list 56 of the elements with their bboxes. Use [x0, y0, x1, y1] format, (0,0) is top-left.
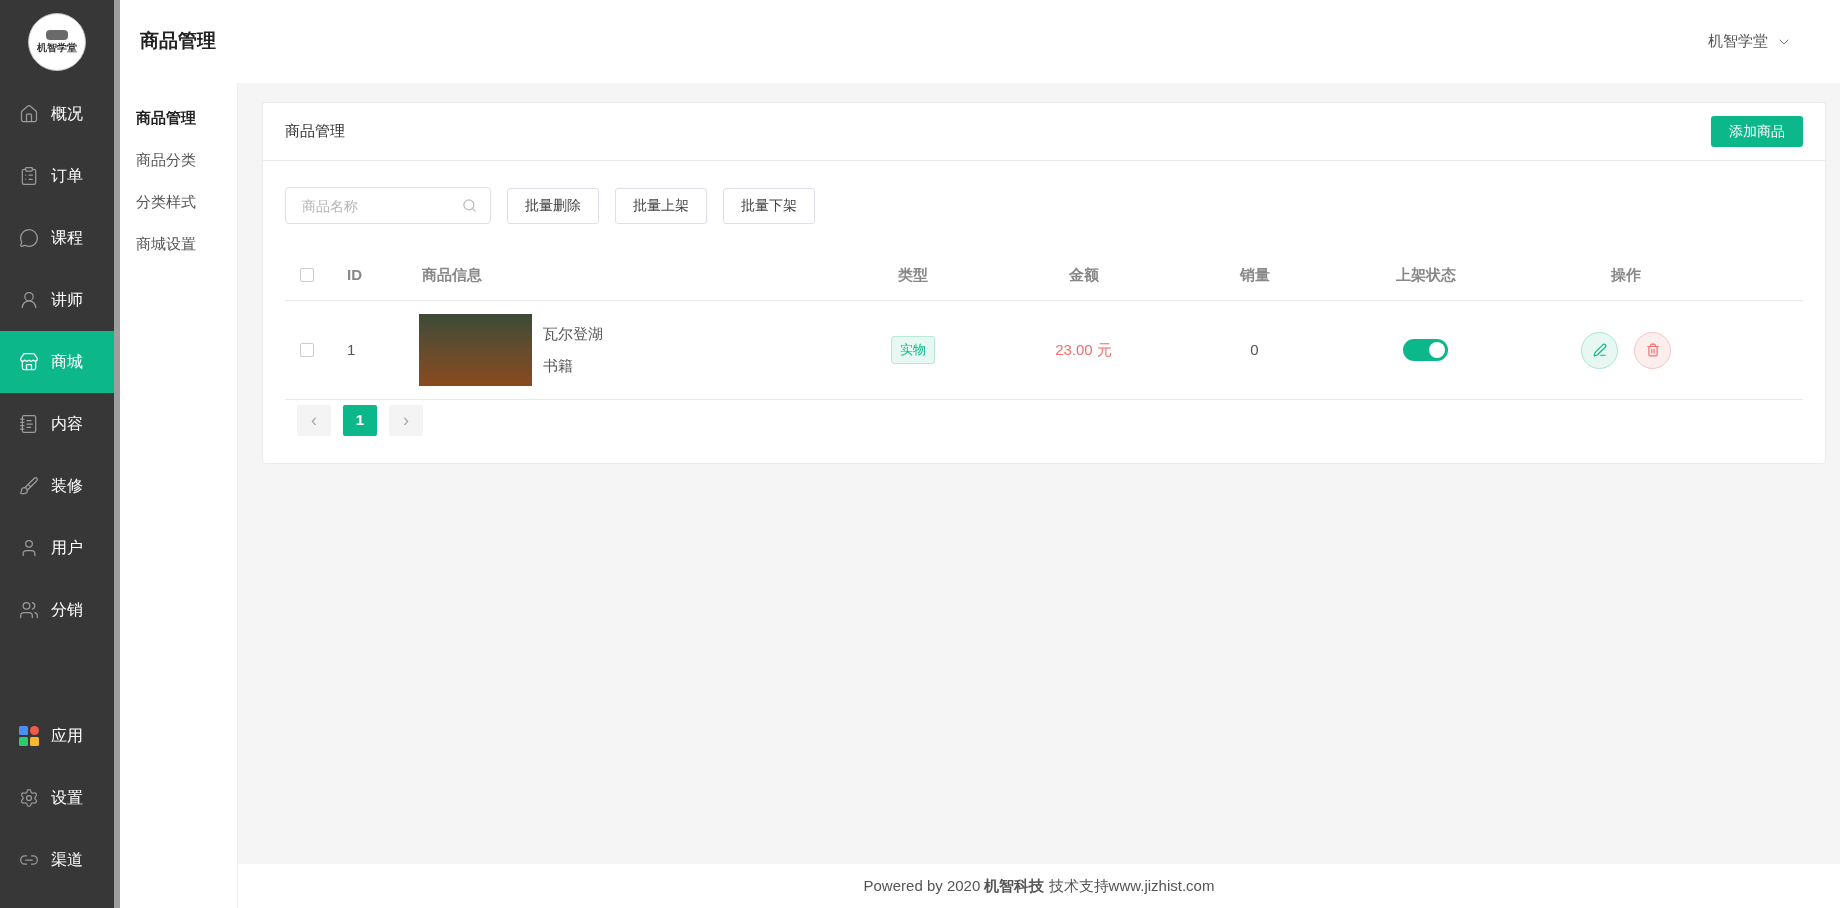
logo-text: 机智学堂 [37, 42, 77, 53]
checkbox[interactable] [300, 343, 314, 357]
price: 23.00 元 [1055, 340, 1112, 358]
card-title: 商品管理 [285, 121, 345, 142]
column-header: 类型 [897, 265, 928, 283]
product-name: 瓦尔登湖 [543, 323, 603, 344]
subnav-item[interactable]: 商城设置 [120, 223, 237, 265]
batch-button[interactable]: 批量下架 [723, 187, 815, 224]
search-field[interactable]: 商品名称 [285, 187, 491, 224]
account-menu[interactable]: 机智学堂 [1708, 30, 1792, 53]
table-cell: 1 [347, 340, 356, 358]
subnav-item[interactable]: 分类样式 [120, 181, 237, 223]
grid-icon [19, 726, 39, 746]
sidebar-item[interactable]: 讲师 [0, 269, 114, 331]
sidebar-item[interactable]: 内容 [0, 393, 114, 455]
sidebar-item[interactable]: 设置 [0, 767, 114, 829]
users-icon [19, 600, 39, 620]
batch-button[interactable]: 批量删除 [507, 187, 599, 224]
notebook-icon [19, 414, 39, 434]
sidebar-item[interactable]: 装修 [0, 455, 114, 517]
column-header: 商品信息 [422, 265, 482, 283]
batch-button[interactable]: 批量上架 [615, 187, 707, 224]
book-icon [46, 30, 68, 40]
column-header: 操作 [1611, 265, 1641, 283]
subnav-item[interactable]: 商品管理 [120, 97, 237, 139]
page-title: 商品管理 [140, 29, 216, 54]
checkbox[interactable] [300, 268, 314, 282]
column-header: 销量 [1239, 265, 1270, 283]
product-category: 书籍 [543, 356, 574, 376]
subnav-item[interactable]: 商品分类 [120, 139, 237, 181]
sidebar-item[interactable]: 渠道 [0, 829, 114, 891]
sidebar-item[interactable]: 概况 [0, 83, 114, 145]
pencil-icon [1592, 343, 1607, 357]
sidebar-item[interactable]: 分销 [0, 579, 114, 641]
settings-icon [19, 788, 39, 808]
type-tag: 实物 [890, 336, 935, 364]
status-switch[interactable] [1403, 339, 1448, 361]
table-cell: 0 [1250, 340, 1259, 358]
column-header: 上架状态 [1395, 265, 1456, 283]
sidebar-item[interactable]: 订单 [0, 145, 114, 207]
sidebar-item[interactable]: 应用 [0, 705, 114, 767]
person-icon [19, 290, 39, 310]
search-icon [462, 198, 477, 213]
sidebar-item[interactable]: 课程 [0, 207, 114, 269]
column-header: 金额 [1068, 265, 1099, 283]
home-icon [19, 104, 39, 124]
chat-icon [19, 228, 39, 248]
store-icon [19, 352, 39, 372]
footer-text: Powered by 2020 机智科技 技术支持www.jizhist.com [863, 875, 1215, 896]
sidebar-item[interactable]: 用户 [0, 517, 114, 579]
trash-icon [1645, 343, 1660, 357]
list-icon [19, 166, 39, 186]
brush-icon [19, 476, 39, 496]
column-header: ID [347, 265, 362, 283]
delete-button[interactable] [1634, 331, 1671, 369]
edit-button[interactable] [1581, 331, 1618, 369]
